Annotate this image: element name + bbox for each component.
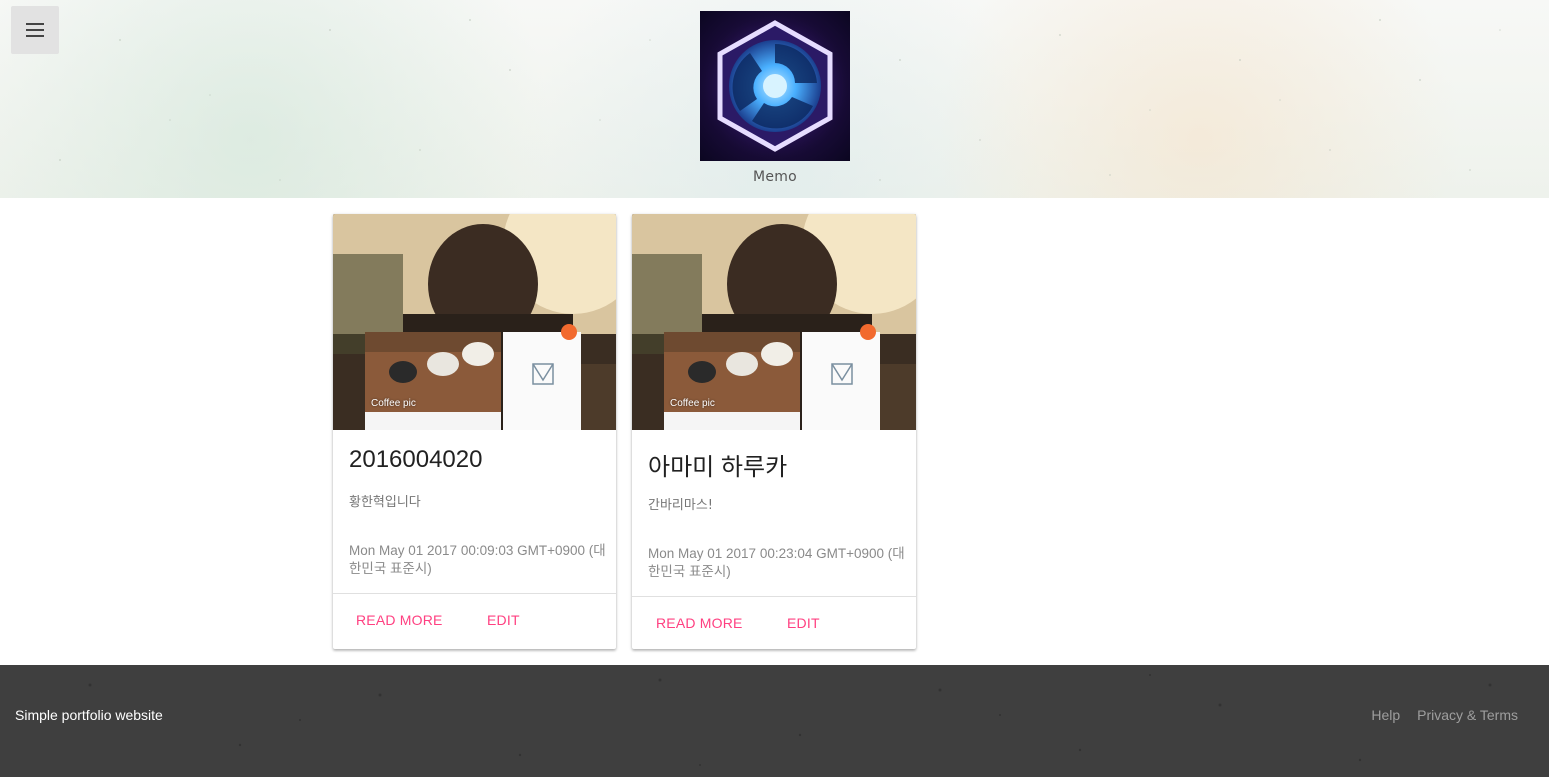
read-more-button[interactable]: READ MORE bbox=[352, 610, 447, 630]
card-image-caption: Coffee pic bbox=[371, 398, 416, 409]
card-text: 황한혁입니다 bbox=[349, 495, 421, 510]
footer-title: Simple portfolio website bbox=[15, 707, 163, 723]
site-title: Memo bbox=[752, 169, 798, 185]
card-title: 2016004020 bbox=[349, 446, 483, 473]
privacy-terms-link[interactable]: Privacy & Terms bbox=[1417, 707, 1518, 723]
card-image: Coffee pic bbox=[333, 214, 616, 430]
card-image-caption: Coffee pic bbox=[670, 398, 715, 409]
help-link[interactable]: Help bbox=[1371, 707, 1400, 723]
card-date: Mon May 01 2017 00:09:03 GMT+0900 (대한민국 … bbox=[349, 543, 606, 576]
footer-speckle-texture bbox=[88, 674, 1492, 766]
footer-links: Help Privacy & Terms bbox=[1371, 707, 1518, 723]
footer: Simple portfolio website Help Privacy & … bbox=[0, 665, 1549, 777]
header: Memo bbox=[0, 0, 1549, 198]
card-image: Coffee pic bbox=[632, 214, 916, 430]
edit-button[interactable]: EDIT bbox=[783, 613, 824, 633]
read-more-button[interactable]: READ MORE bbox=[652, 613, 747, 633]
heroes-hexagon-logo bbox=[700, 11, 850, 161]
card-text: 간바리마스! bbox=[648, 498, 714, 513]
card-date: Mon May 01 2017 00:23:04 GMT+0900 (대한민국 … bbox=[648, 546, 905, 579]
memo-card: Coffee pic 2016004020 황한혁입니다 Mon May 01 … bbox=[333, 214, 616, 649]
card-title: 아마미 하루카 bbox=[648, 454, 788, 481]
card-divider bbox=[333, 593, 616, 594]
hamburger-menu-icon bbox=[26, 23, 44, 37]
card-divider bbox=[632, 596, 916, 597]
menu-button[interactable] bbox=[11, 6, 59, 54]
edit-button[interactable]: EDIT bbox=[483, 610, 524, 630]
memo-card: Coffee pic 아마미 하루카 간바리마스! Mon May 01 201… bbox=[632, 214, 916, 649]
